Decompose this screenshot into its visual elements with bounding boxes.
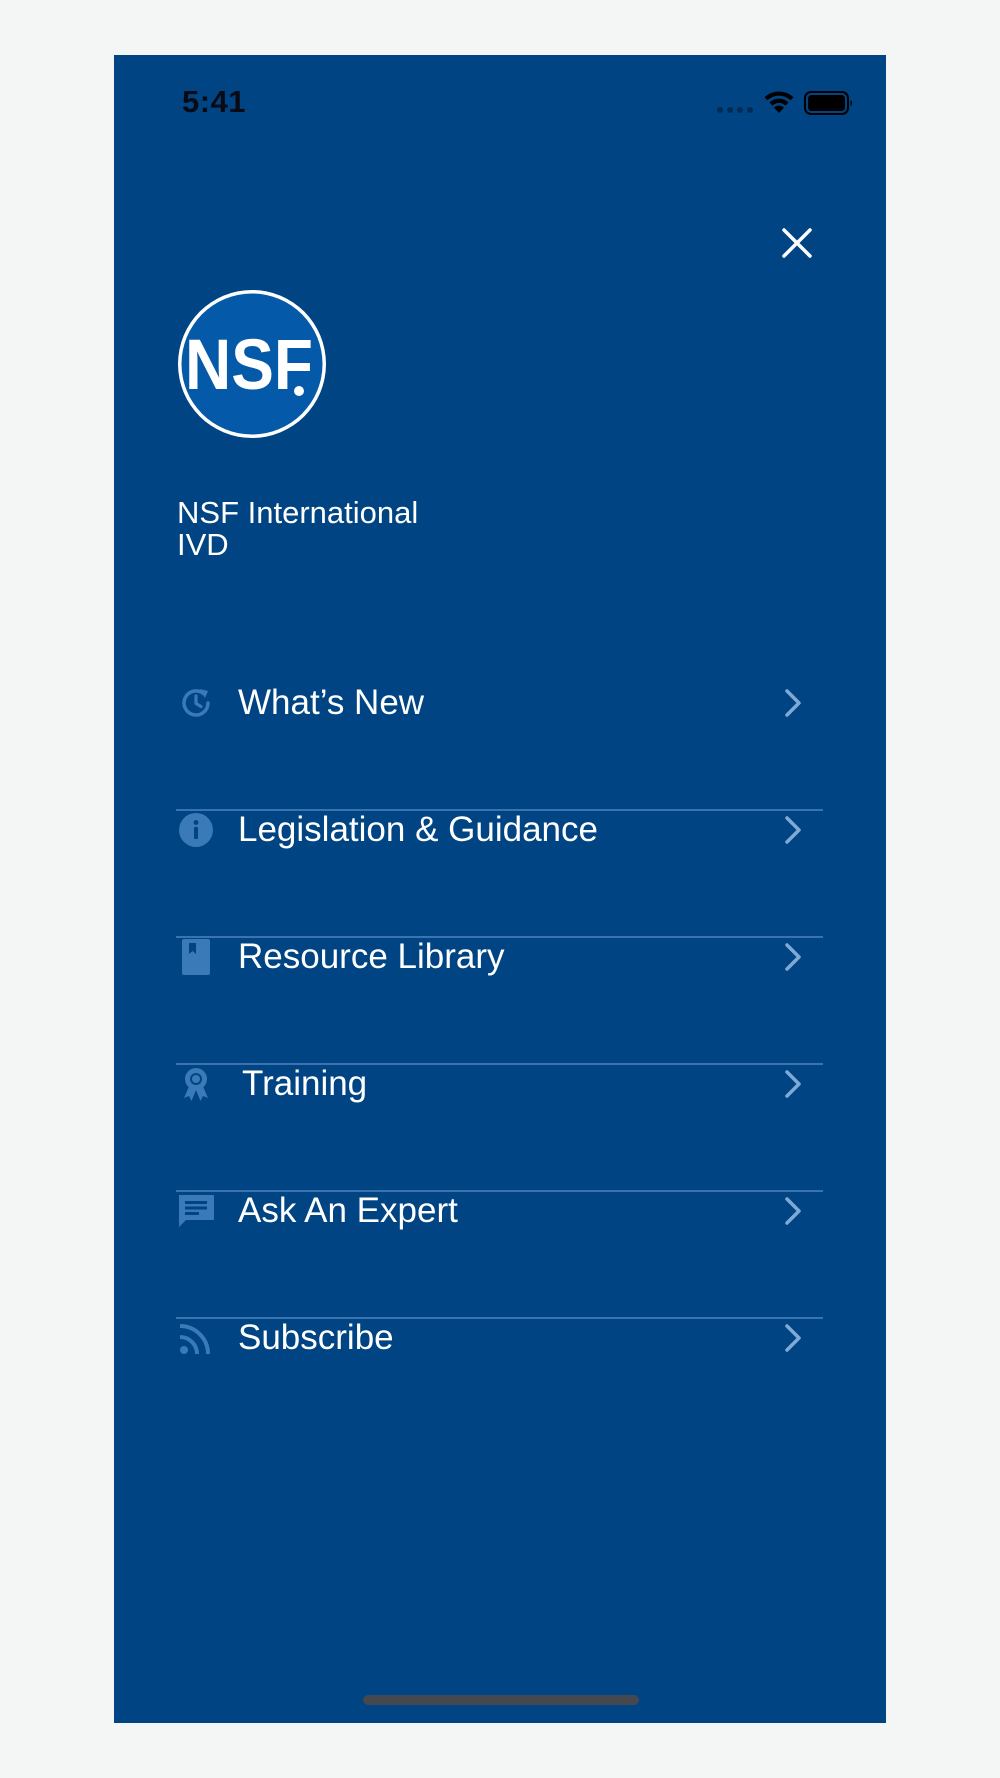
- wifi-icon: [764, 91, 794, 113]
- chevron-right-icon: [785, 1197, 801, 1225]
- menu-item-resource-library[interactable]: Resource Library: [176, 937, 823, 1065]
- menu-item-label: Subscribe: [238, 1318, 394, 1357]
- menu-item-label: Training: [242, 1064, 368, 1103]
- organization-name: NSF International: [177, 495, 419, 530]
- chevron-right-icon: [785, 1324, 801, 1352]
- chevron-right-icon: [785, 1070, 801, 1098]
- organization-info: NSF International IVD: [177, 497, 418, 561]
- close-button[interactable]: [774, 220, 820, 266]
- status-bar: 5:41: [114, 55, 886, 155]
- award-ribbon-icon: [184, 1068, 208, 1101]
- battery-icon: [804, 91, 852, 115]
- menu-item-label: Resource Library: [238, 937, 505, 976]
- menu-item-label: Legislation & Guidance: [238, 810, 598, 849]
- menu-item-whats-new[interactable]: What’s New: [176, 683, 823, 811]
- organization-subtitle: IVD: [177, 527, 229, 562]
- history-icon: [182, 689, 210, 717]
- close-icon: [782, 228, 812, 258]
- status-time: 5:41: [182, 84, 247, 119]
- menu-item-label: What’s New: [238, 683, 425, 722]
- menu-screen: 5:41 NSF NSF International IVD What’s Ne…: [114, 55, 886, 1723]
- chevron-right-icon: [785, 816, 801, 844]
- chevron-right-icon: [785, 689, 801, 717]
- menu-item-legislation-guidance[interactable]: Legislation & Guidance: [176, 810, 823, 938]
- info-icon: [179, 813, 213, 847]
- chevron-right-icon: [785, 943, 801, 971]
- chat-bubble-icon: [179, 1195, 214, 1227]
- navigation-menu: What’s New Legislation & Guidance Resour…: [176, 683, 823, 1445]
- logo-text: NSF: [185, 324, 313, 404]
- nsf-logo: NSF: [178, 290, 326, 438]
- menu-item-training[interactable]: Training: [176, 1064, 823, 1192]
- menu-item-label: Ask An Expert: [238, 1191, 458, 1230]
- rss-icon: [179, 1324, 210, 1355]
- home-indicator: [363, 1695, 639, 1705]
- book-icon: [182, 939, 210, 975]
- menu-item-subscribe[interactable]: Subscribe: [176, 1318, 823, 1445]
- menu-item-ask-an-expert[interactable]: Ask An Expert: [176, 1191, 823, 1319]
- cellular-signal-icon: [717, 107, 753, 113]
